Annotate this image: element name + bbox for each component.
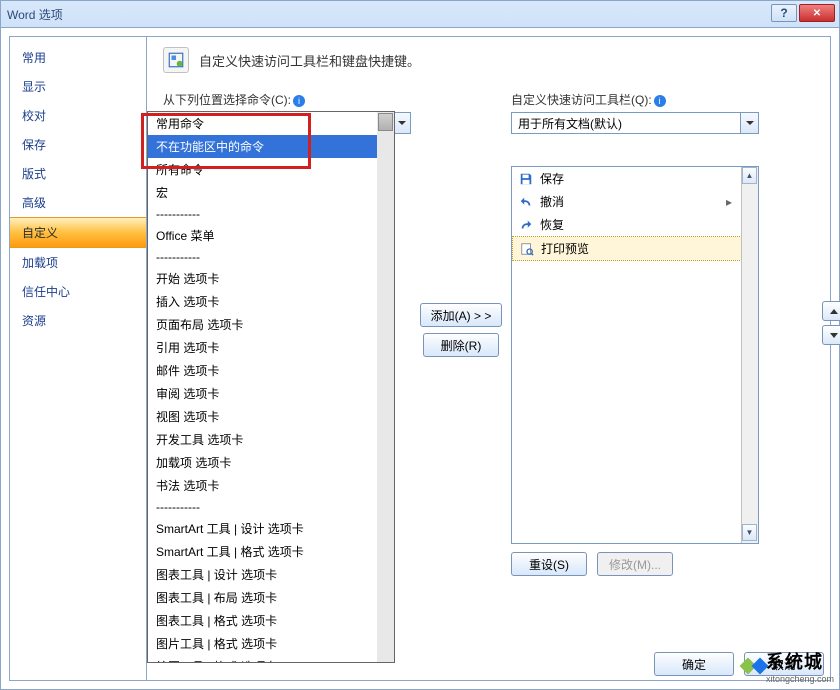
- scroll-up-button[interactable]: ▲: [742, 167, 757, 184]
- dropdown-item[interactable]: 书法 选项卡: [148, 474, 394, 497]
- dropdown-item[interactable]: 不在功能区中的命令: [148, 135, 394, 158]
- dropdown-item[interactable]: 图表工具 | 布局 选项卡: [148, 586, 394, 609]
- qat-label: 自定义快速访问工具栏(Q):i: [511, 91, 814, 108]
- commands-dropdown[interactable]: 常用命令不在功能区中的命令所有命令宏-----------Office 菜单--…: [147, 111, 395, 663]
- scrollbar[interactable]: ▲ ▼: [741, 167, 758, 543]
- save-icon: [518, 171, 534, 187]
- dropdown-item[interactable]: -----------: [148, 497, 394, 517]
- dropdown-item[interactable]: 审阅 选项卡: [148, 382, 394, 405]
- ok-button[interactable]: 确定: [654, 652, 734, 676]
- dropdown-item[interactable]: SmartArt 工具 | 设计 选项卡: [148, 517, 394, 540]
- chevron-right-icon: ▸: [726, 195, 732, 209]
- dropdown-item[interactable]: 页面布局 选项卡: [148, 313, 394, 336]
- modify-button: 修改(M)...: [597, 552, 673, 576]
- add-button[interactable]: 添加(A) > >: [420, 303, 503, 327]
- undo-icon: [518, 194, 534, 210]
- dropdown-item[interactable]: 插入 选项卡: [148, 290, 394, 313]
- dropdown-item[interactable]: SmartArt 工具 | 格式 选项卡: [148, 540, 394, 563]
- dropdown-item[interactable]: Office 菜单: [148, 224, 394, 247]
- sidebar-item-7[interactable]: 加载项: [10, 248, 146, 277]
- dropdown-item[interactable]: 图表工具 | 格式 选项卡: [148, 609, 394, 632]
- dropdown-item[interactable]: 开发工具 选项卡: [148, 428, 394, 451]
- dropdown-item[interactable]: 邮件 选项卡: [148, 359, 394, 382]
- sidebar-item-6[interactable]: 自定义: [10, 217, 146, 248]
- info-icon[interactable]: i: [654, 95, 666, 107]
- dropdown-item[interactable]: 引用 选项卡: [148, 336, 394, 359]
- window-title: Word 选项: [7, 6, 63, 23]
- move-up-button[interactable]: [822, 301, 840, 321]
- sidebar-item-4[interactable]: 版式: [10, 159, 146, 188]
- dropdown-item[interactable]: 绘图工具 | 格式 选项卡: [148, 655, 394, 663]
- sidebar-item-0[interactable]: 常用: [10, 43, 146, 72]
- qat-item[interactable]: 保存: [512, 167, 758, 190]
- remove-button[interactable]: 删除(R): [423, 333, 499, 357]
- qat-item[interactable]: 恢复: [512, 213, 758, 236]
- reset-button[interactable]: 重设(S): [511, 552, 587, 576]
- scroll-down-button[interactable]: ▼: [742, 524, 757, 541]
- qat-list[interactable]: 保存撤消▸恢复打印预览 ▲ ▼: [511, 166, 759, 544]
- qat-item[interactable]: 撤消▸: [512, 190, 758, 213]
- watermark: 系统城 xitongcheng.com: [742, 648, 834, 684]
- help-button[interactable]: [771, 4, 797, 22]
- choose-commands-label: 从下列位置选择命令(C):i: [163, 91, 411, 108]
- close-button[interactable]: [799, 4, 835, 22]
- info-icon[interactable]: i: [293, 95, 305, 107]
- header-text: 自定义快速访问工具栏和键盘快捷键。: [199, 51, 420, 70]
- sidebar-item-1[interactable]: 显示: [10, 72, 146, 101]
- sidebar-item-9[interactable]: 资源: [10, 306, 146, 335]
- dropdown-item[interactable]: 图片工具 | 格式 选项卡: [148, 632, 394, 655]
- scrollbar[interactable]: [377, 112, 394, 662]
- sidebar-item-8[interactable]: 信任中心: [10, 277, 146, 306]
- customize-icon: [163, 47, 189, 73]
- redo-icon: [518, 217, 534, 233]
- dropdown-item[interactable]: 所有命令: [148, 158, 394, 181]
- move-down-button[interactable]: [822, 325, 840, 345]
- chevron-down-icon[interactable]: [740, 113, 758, 133]
- dropdown-item[interactable]: -----------: [148, 204, 394, 224]
- sidebar-item-3[interactable]: 保存: [10, 130, 146, 159]
- dropdown-item[interactable]: 开始 选项卡: [148, 267, 394, 290]
- sidebar: 常用显示校对保存版式高级自定义加载项信任中心资源: [9, 36, 147, 681]
- dropdown-item[interactable]: 视图 选项卡: [148, 405, 394, 428]
- content-panel: 自定义快速访问工具栏和键盘快捷键。 从下列位置选择命令(C):i 常用命令 添加…: [147, 36, 831, 681]
- sidebar-item-2[interactable]: 校对: [10, 101, 146, 130]
- qat-item[interactable]: 打印预览: [512, 236, 758, 261]
- dropdown-item[interactable]: 常用命令: [148, 112, 394, 135]
- print-preview-icon: [519, 241, 535, 257]
- dropdown-item[interactable]: -----------: [148, 247, 394, 267]
- sidebar-item-5[interactable]: 高级: [10, 188, 146, 217]
- dialog-frame: 常用显示校对保存版式高级自定义加载项信任中心资源 自定义快速访问工具栏和键盘快捷…: [0, 28, 840, 690]
- qat-scope-combo[interactable]: 用于所有文档(默认): [511, 112, 759, 134]
- dropdown-item[interactable]: 加载项 选项卡: [148, 451, 394, 474]
- titlebar: Word 选项: [0, 0, 840, 28]
- dropdown-item[interactable]: 宏: [148, 181, 394, 204]
- dropdown-item[interactable]: 图表工具 | 设计 选项卡: [148, 563, 394, 586]
